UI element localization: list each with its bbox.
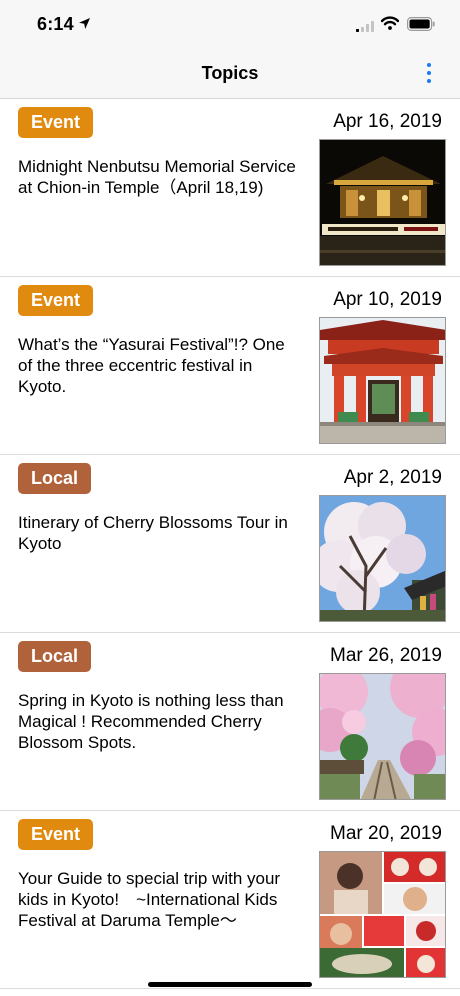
topic-date: Apr 16, 2019 [333,111,442,132]
topic-title: Your Guide to special trip with your kid… [18,869,281,930]
topic-row[interactable]: Local Apr 2, 2019 Itinerary of Cherry Bl… [0,455,460,633]
location-arrow-icon [79,18,90,29]
topic-date: Apr 10, 2019 [333,289,442,310]
topic-row[interactable]: Local Mar 26, 2019 Spring in Kyoto is no… [0,633,460,811]
more-vertical-icon[interactable] [418,58,440,88]
battery-icon [407,17,435,31]
navigation-bar: Topics [0,50,460,99]
topic-thumbnail [319,139,446,266]
category-badge: Local [18,463,92,494]
topic-date: Mar 26, 2019 [330,645,442,666]
topic-thumbnail [319,495,446,622]
topic-title: Midnight Nenbutsu Memorial Service at Ch… [18,157,296,197]
category-badge: Event [18,819,94,850]
topics-list: Event Apr 16, 2019 Midnight Nenbutsu Mem… [0,99,460,989]
home-indicator[interactable] [148,982,312,987]
topic-thumbnail [319,673,446,800]
status-bar: 6:14 [0,0,460,50]
wifi-icon [381,16,399,30]
topic-title: What’s the “Yasurai Festival”!? One of t… [18,335,285,396]
topic-title: Spring in Kyoto is nothing less than Mag… [18,691,284,752]
topic-date: Mar 20, 2019 [330,823,442,844]
topic-row[interactable]: Event Mar 20, 2019 Your Guide to special… [0,811,460,989]
topic-row[interactable]: Event Apr 16, 2019 Midnight Nenbutsu Mem… [0,99,460,277]
topic-title: Itinerary of Cherry Blossoms Tour in Kyo… [18,513,288,553]
topic-thumbnail [319,317,446,444]
topic-thumbnail [319,851,446,978]
topic-date: Apr 2, 2019 [343,467,442,488]
page-title: Topics [201,63,259,83]
topic-row[interactable]: Event Apr 10, 2019 What’s the “Yasurai F… [0,277,460,455]
signal-icon [356,21,374,32]
status-time: 6:14 [37,14,74,34]
category-badge: Event [18,107,94,138]
category-badge: Event [18,285,94,316]
category-badge: Local [18,641,92,672]
